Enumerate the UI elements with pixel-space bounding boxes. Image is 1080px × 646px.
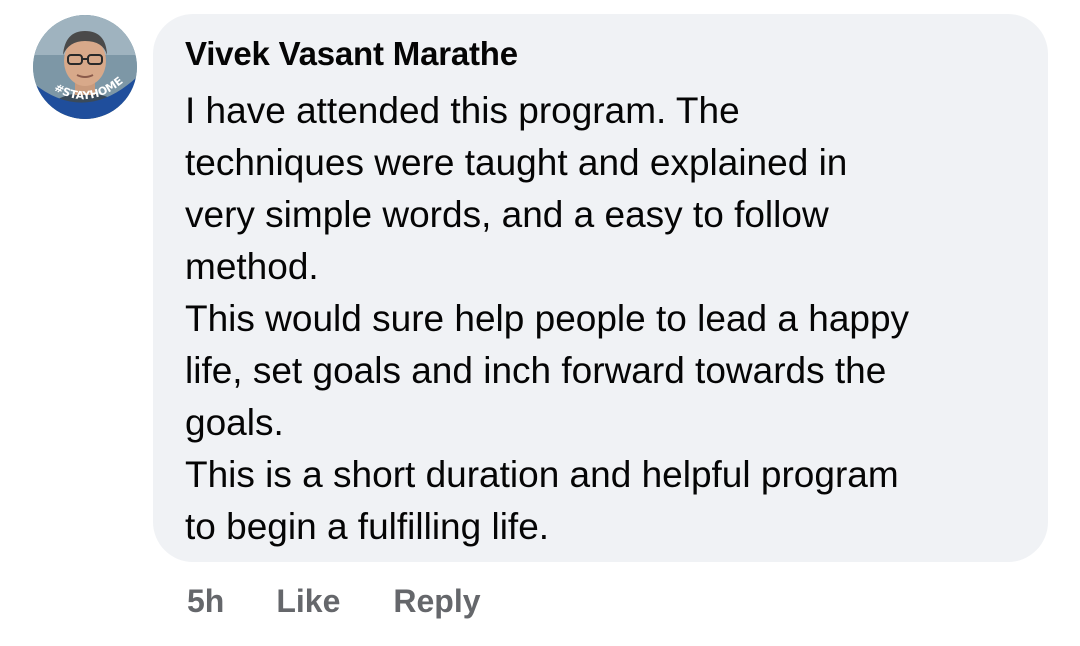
comment-line: This would sure help people to lead a ha… (185, 298, 910, 339)
comment-line: goals. (185, 402, 284, 443)
comment-actions: 5h Like Reply (187, 583, 481, 620)
comment-line: I have attended this program. The (185, 90, 740, 131)
comment-text: I have attended this program. The techni… (185, 85, 1018, 553)
comment-line: techniques were taught and explained in (185, 142, 848, 183)
profile-photo: #STAYHOME (33, 15, 137, 119)
reply-button[interactable]: Reply (393, 583, 480, 620)
comment-author[interactable]: Vivek Vasant Marathe (185, 34, 1018, 74)
comment-line: to begin a fulfilling life. (185, 506, 550, 547)
comment-line: This is a short duration and helpful pro… (185, 454, 899, 495)
avatar[interactable]: #STAYHOME (33, 15, 137, 119)
like-button[interactable]: Like (276, 583, 340, 620)
comment-timestamp[interactable]: 5h (187, 583, 224, 620)
comment-line: very simple words, and a easy to follow (185, 194, 829, 235)
comment-bubble: Vivek Vasant Marathe I have attended thi… (153, 14, 1048, 562)
comment-line: method. (185, 246, 319, 287)
comment-line: life, set goals and inch forward towards… (185, 350, 887, 391)
